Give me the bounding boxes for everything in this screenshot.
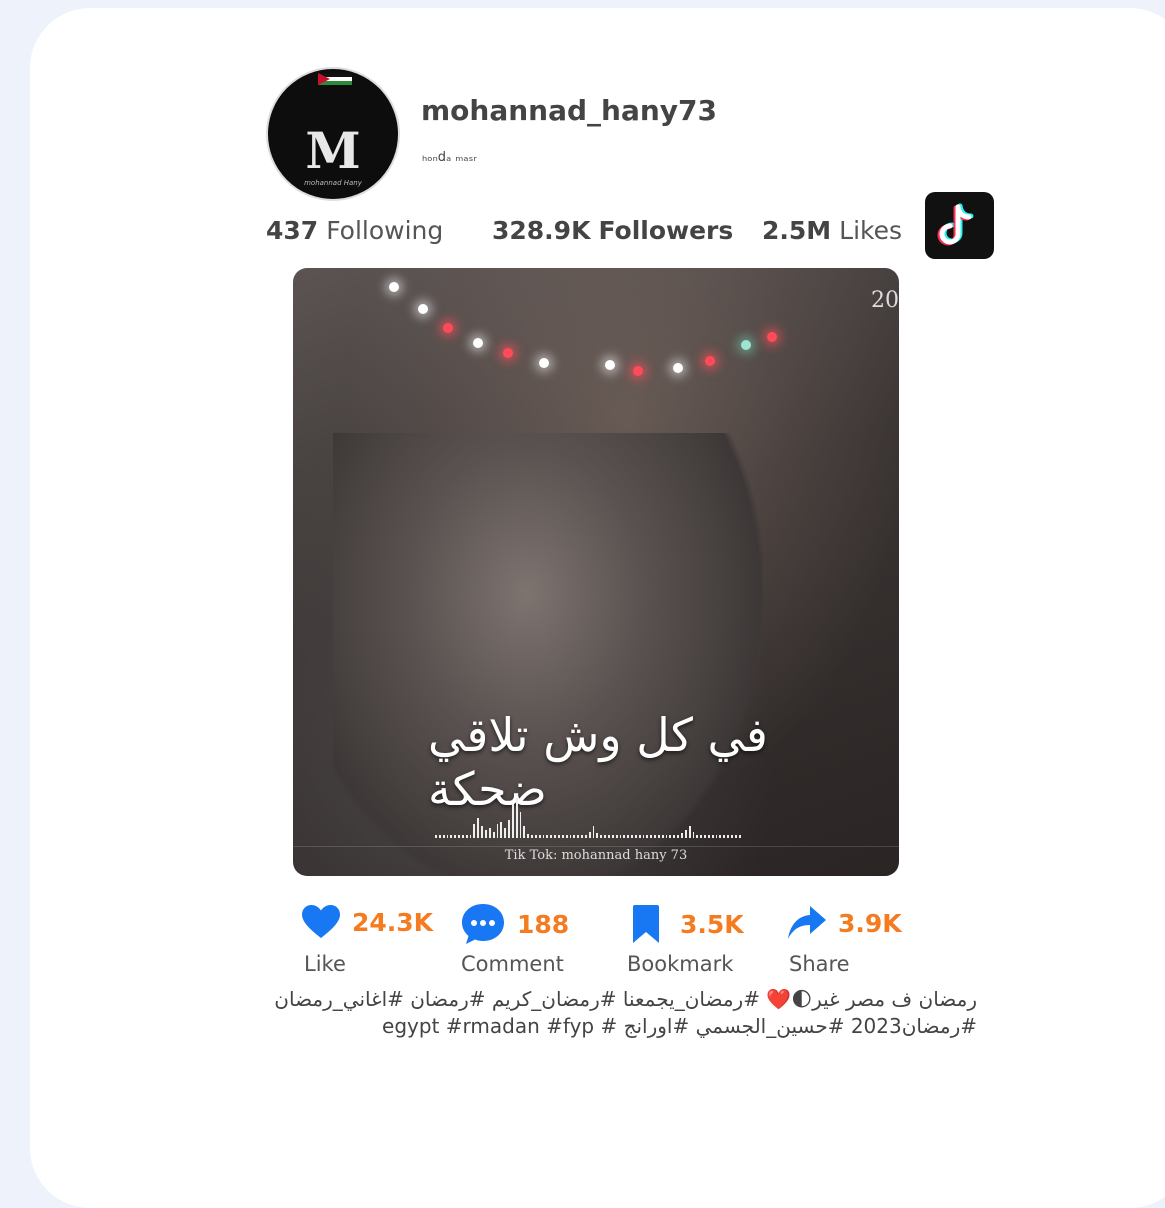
- profile-stats: 437 Following 328.9K Followers 2.5M Like…: [266, 216, 902, 245]
- bio: ₕₒₙdₐ ₘₐₛᵣ: [422, 150, 477, 165]
- share-arrow-icon: [788, 906, 826, 939]
- string-light: [443, 323, 453, 333]
- avatar-letter: M: [305, 121, 361, 180]
- string-light: [418, 304, 428, 314]
- year-overlay: 20: [871, 288, 899, 313]
- video-caption: رمضان ف مصر غير🌓❤️ #رمضان_يجمعنا #رمضان_…: [274, 987, 977, 1038]
- following-label: Following: [326, 216, 444, 245]
- avatar-signature: mohannad Hany: [304, 179, 362, 187]
- video-watermark: Tik Tok: mohannad hany 73: [504, 848, 688, 863]
- string-light: [539, 358, 549, 368]
- comment-count: 188: [517, 909, 570, 939]
- following-count: 437: [266, 216, 319, 245]
- username[interactable]: mohannad_hany73: [421, 94, 717, 127]
- likes-stat: 2.5M Likes: [762, 216, 902, 245]
- likes-count: 2.5M: [762, 216, 832, 245]
- string-light: [389, 282, 399, 292]
- string-light: [767, 332, 777, 342]
- video-divider: [293, 846, 899, 847]
- string-light: [705, 356, 715, 366]
- like-count: 24.3K: [352, 907, 434, 937]
- share-button[interactable]: 3.9K: [788, 906, 902, 940]
- tiktok-logo-icon: [937, 203, 974, 246]
- string-light: [473, 338, 483, 348]
- string-light: [605, 360, 615, 370]
- share-count: 3.9K: [838, 908, 902, 938]
- avatar[interactable]: M mohannad Hany: [266, 67, 400, 201]
- share-label: Share: [789, 952, 850, 976]
- string-light: [503, 348, 513, 358]
- bookmark-button[interactable]: 3.5K: [633, 905, 744, 943]
- string-light: [741, 340, 751, 350]
- string-light: [673, 363, 683, 373]
- comment-bubble-icon: [462, 904, 504, 944]
- followers-count: 328.9K: [492, 216, 591, 245]
- bookmark-count: 3.5K: [680, 909, 744, 939]
- like-button[interactable]: 24.3K: [302, 905, 433, 939]
- bookmark-label: Bookmark: [627, 952, 734, 976]
- tiktok-logo-button[interactable]: [925, 192, 994, 259]
- likes-label: Likes: [839, 216, 903, 245]
- string-light: [633, 366, 643, 376]
- palestine-flag-icon: [318, 73, 352, 85]
- audio-waveform: [435, 788, 741, 838]
- comment-button[interactable]: 188: [461, 903, 569, 945]
- comment-label: Comment: [461, 952, 564, 976]
- bookmark-icon: [633, 905, 659, 943]
- followers-stat[interactable]: 328.9K Followers: [492, 216, 762, 245]
- video-thumbnail[interactable]: 20 في كل وش تلاقي ضحكة Tik Tok: mohannad…: [293, 268, 899, 876]
- following-stat[interactable]: 437 Following: [266, 216, 492, 245]
- like-label: Like: [304, 952, 346, 976]
- heart-icon: [302, 905, 340, 938]
- followers-label: Followers: [598, 216, 734, 245]
